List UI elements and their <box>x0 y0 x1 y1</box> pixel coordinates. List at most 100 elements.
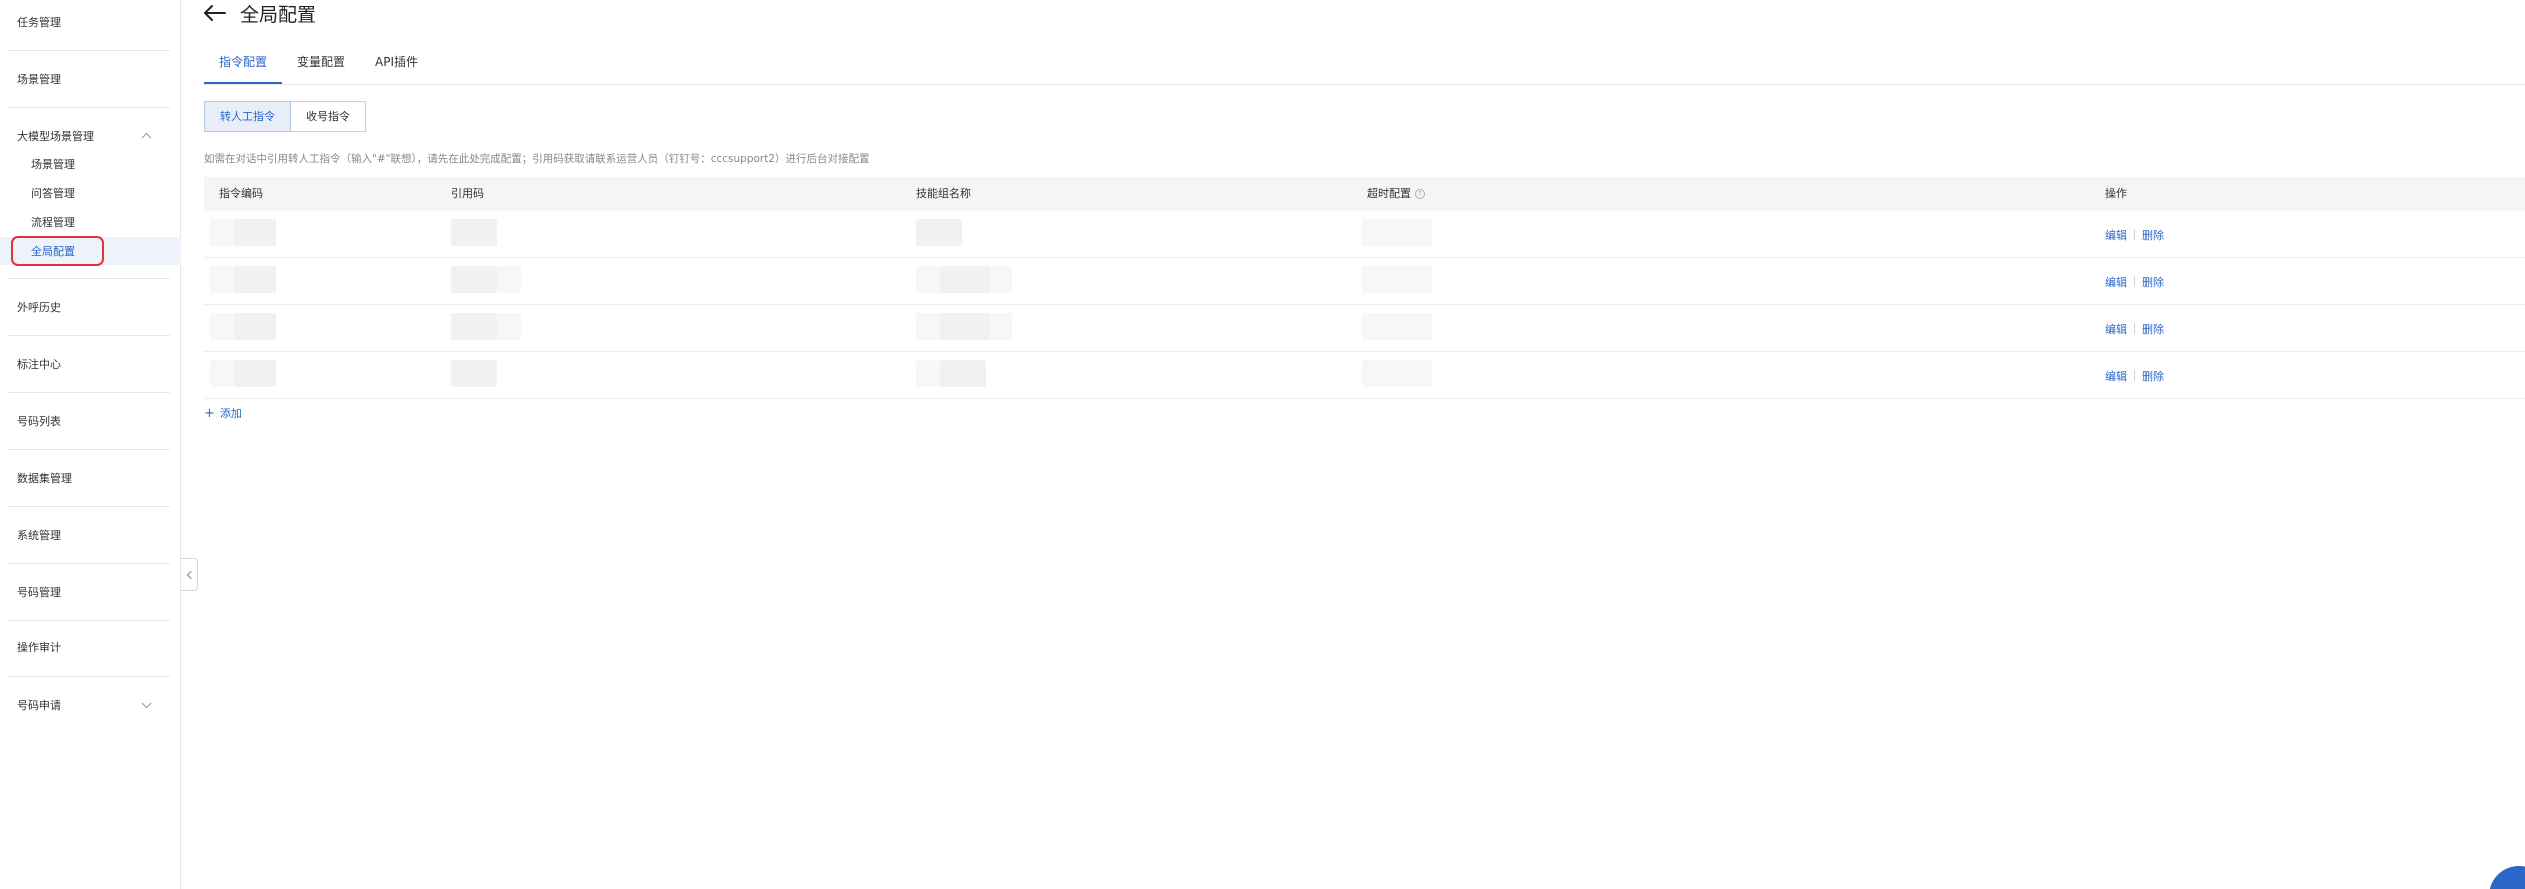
redacted-cell <box>451 360 497 387</box>
sidebar-item-number-application[interactable]: 号码申请 <box>0 677 170 733</box>
app: 任务管理 场景管理 大模型场景管理 场景管理 问答管理 流程管理 全局配置 外呼… <box>0 0 2525 889</box>
redacted-cell <box>1362 313 1432 340</box>
edit-link[interactable]: 编辑 <box>2105 368 2127 384</box>
separator <box>2134 370 2135 381</box>
page-header: 全局配置 <box>204 0 316 26</box>
segment-transfer-to-agent[interactable]: 转人工指令 <box>204 101 291 132</box>
redacted-cell <box>210 360 234 387</box>
redacted-cell <box>451 266 497 293</box>
redacted-cell <box>1362 360 1432 387</box>
redacted-cell <box>916 313 940 340</box>
sidebar-item-label: 任务管理 <box>17 16 61 29</box>
table-row: 编辑 删除 <box>204 352 2525 399</box>
edit-link[interactable]: 编辑 <box>2105 227 2127 243</box>
sidebar-item-label: 数据集管理 <box>17 472 72 485</box>
table-row: 编辑 删除 <box>204 258 2525 305</box>
delete-link[interactable]: 删除 <box>2142 321 2164 337</box>
add-command-button[interactable]: + 添加 <box>204 405 242 421</box>
column-header-label: 超时配置 <box>1367 187 1411 200</box>
sidebar-item-annotation-center[interactable]: 标注中心 <box>0 336 170 392</box>
sidebar-item-label: 场景管理 <box>17 73 61 86</box>
sidebar: 任务管理 场景管理 大模型场景管理 场景管理 问答管理 流程管理 全局配置 外呼… <box>0 0 181 889</box>
separator <box>2134 323 2135 334</box>
column-header: 指令编码 <box>219 187 263 200</box>
delete-link[interactable]: 删除 <box>2142 227 2164 243</box>
sidebar-item-outbound-history[interactable]: 外呼历史 <box>0 279 170 335</box>
redacted-cell <box>234 219 276 246</box>
sidebar-subitem-scene-management[interactable]: 场景管理 <box>0 150 181 178</box>
chevron-up-icon <box>141 132 152 143</box>
command-type-switch: 转人工指令 收号指令 <box>204 101 366 132</box>
sidebar-item-label: 号码申请 <box>17 699 61 712</box>
edit-link[interactable]: 编辑 <box>2105 274 2127 290</box>
table-row: 编辑 删除 <box>204 211 2525 258</box>
redacted-cell <box>210 219 234 246</box>
sidebar-item-label: 外呼历史 <box>17 301 61 314</box>
segment-number-collection[interactable]: 收号指令 <box>291 101 366 132</box>
redacted-cell <box>916 266 940 293</box>
tab-api-plugin[interactable]: API插件 <box>360 48 433 84</box>
sidebar-item-system-management[interactable]: 系统管理 <box>0 507 170 563</box>
redacted-cell <box>210 266 234 293</box>
delete-link[interactable]: 删除 <box>2142 274 2164 290</box>
table-header: 指令编码 引用码 技能组名称 超时配置? 操作 <box>204 177 2525 211</box>
sidebar-item-operation-audit[interactable]: 操作审计 <box>0 619 170 675</box>
sidebar-item-label: 系统管理 <box>17 529 61 542</box>
sidebar-item-label: 号码列表 <box>17 415 61 428</box>
column-header: 操作 <box>2105 187 2127 200</box>
sidebar-item-label: 场景管理 <box>31 158 75 171</box>
chevron-down-icon <box>141 698 152 709</box>
redacted-cell <box>234 360 276 387</box>
row-actions: 编辑 删除 <box>2105 211 2164 258</box>
redacted-cell <box>940 360 986 387</box>
separator <box>2134 276 2135 287</box>
edit-link[interactable]: 编辑 <box>2105 321 2127 337</box>
table-row: 编辑 删除 <box>204 305 2525 352</box>
row-actions: 编辑 删除 <box>2105 352 2164 399</box>
redacted-cell <box>451 313 497 340</box>
arrow-left-icon[interactable] <box>204 0 230 26</box>
main-content: 全局配置 指令配置 变量配置 API插件 转人工指令 收号指令 如需在对话中引用… <box>182 0 2525 889</box>
redacted-cell <box>1362 219 1432 246</box>
sidebar-item-label: 问答管理 <box>31 187 75 200</box>
redacted-cell <box>497 266 521 293</box>
tab-command-config[interactable]: 指令配置 <box>204 48 283 84</box>
hint-text: 如需在对话中引用转人工指令（输入"#"联想），请先在此处完成配置；引用码获取请联… <box>204 153 870 165</box>
tab-variable-config[interactable]: 变量配置 <box>282 48 360 84</box>
sidebar-subitem-flow-management[interactable]: 流程管理 <box>0 208 181 236</box>
column-header-timeout: 超时配置? <box>1367 177 1425 211</box>
sidebar-item-label: 操作审计 <box>17 641 61 654</box>
sidebar-item-label: 大模型场景管理 <box>17 130 94 143</box>
sidebar-item-task-management[interactable]: 任务管理 <box>0 0 170 50</box>
redacted-cell <box>940 266 990 293</box>
redacted-cell <box>990 313 1012 340</box>
redacted-cell <box>234 266 276 293</box>
sidebar-item-dataset-management[interactable]: 数据集管理 <box>0 450 170 506</box>
sidebar-item-label: 流程管理 <box>31 216 75 229</box>
redacted-cell <box>497 313 521 340</box>
redacted-cell <box>210 313 234 340</box>
redacted-cell <box>916 360 940 387</box>
redacted-cell <box>1362 266 1432 293</box>
redacted-cell <box>940 313 990 340</box>
tab-divider <box>204 84 2525 85</box>
redacted-cell <box>451 219 497 246</box>
page-title: 全局配置 <box>240 3 317 26</box>
column-header: 技能组名称 <box>916 187 971 200</box>
command-table: 指令编码 引用码 技能组名称 超时配置? 操作 编辑 删除 编辑 删除 编辑 删… <box>204 177 2525 399</box>
sidebar-subitem-qa-management[interactable]: 问答管理 <box>0 179 181 207</box>
question-circle-icon[interactable]: ? <box>1415 189 1425 199</box>
delete-link[interactable]: 删除 <box>2142 368 2164 384</box>
sidebar-item-label: 标注中心 <box>17 358 61 371</box>
row-actions: 编辑 删除 <box>2105 305 2164 352</box>
redacted-cell <box>234 313 276 340</box>
tab-bar: 指令配置 变量配置 API插件 <box>204 48 433 84</box>
sidebar-item-number-list[interactable]: 号码列表 <box>0 393 170 449</box>
sidebar-subitem-global-config[interactable]: 全局配置 <box>0 236 181 266</box>
column-header: 引用码 <box>451 187 484 200</box>
row-actions: 编辑 删除 <box>2105 258 2164 305</box>
sidebar-item-label: 号码管理 <box>17 586 61 599</box>
sidebar-item-number-management[interactable]: 号码管理 <box>0 564 170 620</box>
redacted-cell <box>916 219 962 246</box>
sidebar-item-scene-management[interactable]: 场景管理 <box>0 51 170 107</box>
